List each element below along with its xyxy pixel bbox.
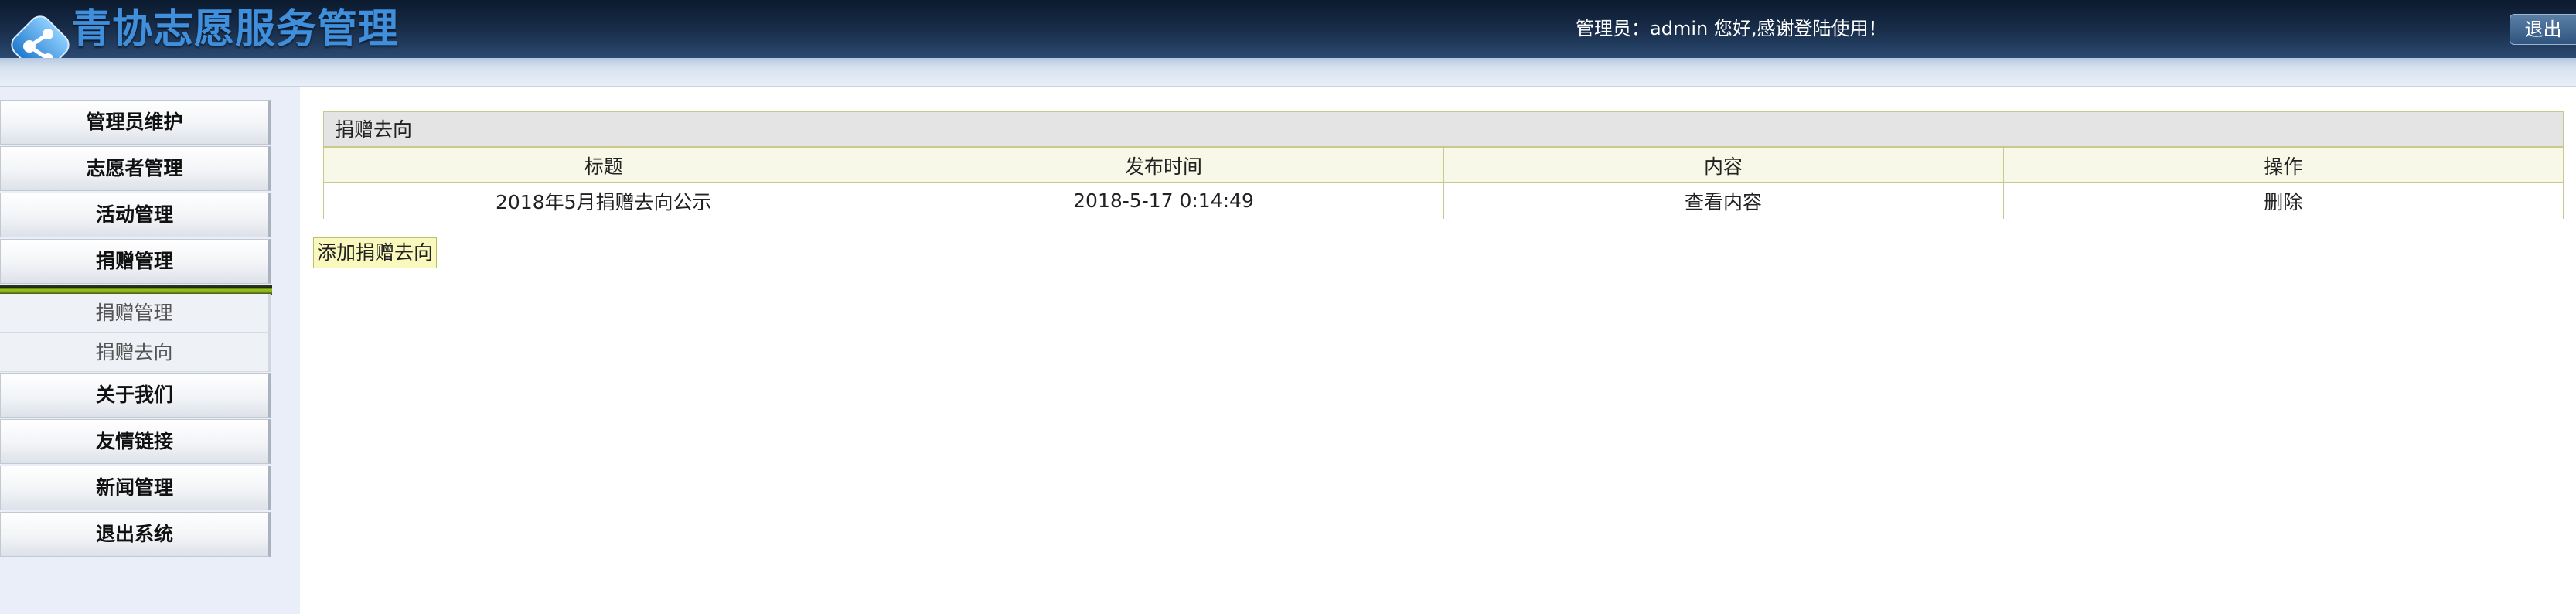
sidebar-subitem-donation-destination[interactable]: 捐赠去向 xyxy=(0,333,271,372)
app-title: 青协志愿服务管理 xyxy=(71,6,400,53)
top-header: 青协志愿服务管理 管理员：admin 您好,感谢登陆使用！ 退出 xyxy=(0,0,2576,74)
sidebar: 管理员维护 志愿者管理 活动管理 捐赠管理 捐赠管理 捐赠去向 关于我们 友情链… xyxy=(0,87,300,614)
table-header-row: 标题 发布时间 内容 操作 xyxy=(324,147,2563,183)
column-header-time: 发布时间 xyxy=(883,147,1444,183)
column-header-action: 操作 xyxy=(2002,147,2563,183)
sidebar-item-links[interactable]: 友情链接 xyxy=(0,419,271,464)
sidebar-item-donations[interactable]: 捐赠管理 xyxy=(0,239,271,284)
donation-destination-table: 标题 发布时间 内容 操作 2018年5月捐赠去向公示 2018-5-17 0:… xyxy=(324,147,2563,219)
delete-link[interactable]: 删除 xyxy=(2002,182,2563,219)
welcome-message: 管理员：admin 您好,感谢登陆使用！ xyxy=(1576,18,1887,39)
cell-time: 2018-5-17 0:14:49 xyxy=(883,182,1444,219)
sidebar-item-admin[interactable]: 管理员维护 xyxy=(0,100,271,145)
table-row: 2018年5月捐赠去向公示 2018-5-17 0:14:49 查看内容 删除 xyxy=(324,182,2563,219)
header-subbar xyxy=(0,58,2576,87)
sidebar-item-volunteers[interactable]: 志愿者管理 xyxy=(0,146,271,191)
logout-button[interactable]: 退出 xyxy=(2510,14,2576,45)
view-content-link[interactable]: 查看内容 xyxy=(1443,182,2004,219)
sidebar-item-exit[interactable]: 退出系统 xyxy=(0,512,271,557)
sidebar-item-about[interactable]: 关于我们 xyxy=(0,373,271,418)
cell-title: 2018年5月捐赠去向公示 xyxy=(324,182,884,219)
column-header-title: 标题 xyxy=(324,147,884,183)
panel-title: 捐赠去向 xyxy=(324,112,2563,147)
sidebar-item-news[interactable]: 新闻管理 xyxy=(0,466,271,510)
sidebar-subitem-donation-manage[interactable]: 捐赠管理 xyxy=(0,294,271,333)
column-header-content: 内容 xyxy=(1443,147,2004,183)
add-donation-destination-button[interactable]: 添加捐赠去向 xyxy=(313,237,437,268)
sidebar-item-activities[interactable]: 活动管理 xyxy=(0,193,271,237)
donation-destination-panel: 捐赠去向 标题 发布时间 内容 操作 2018年5月捐赠去向公示 2018-5-… xyxy=(323,111,2564,219)
